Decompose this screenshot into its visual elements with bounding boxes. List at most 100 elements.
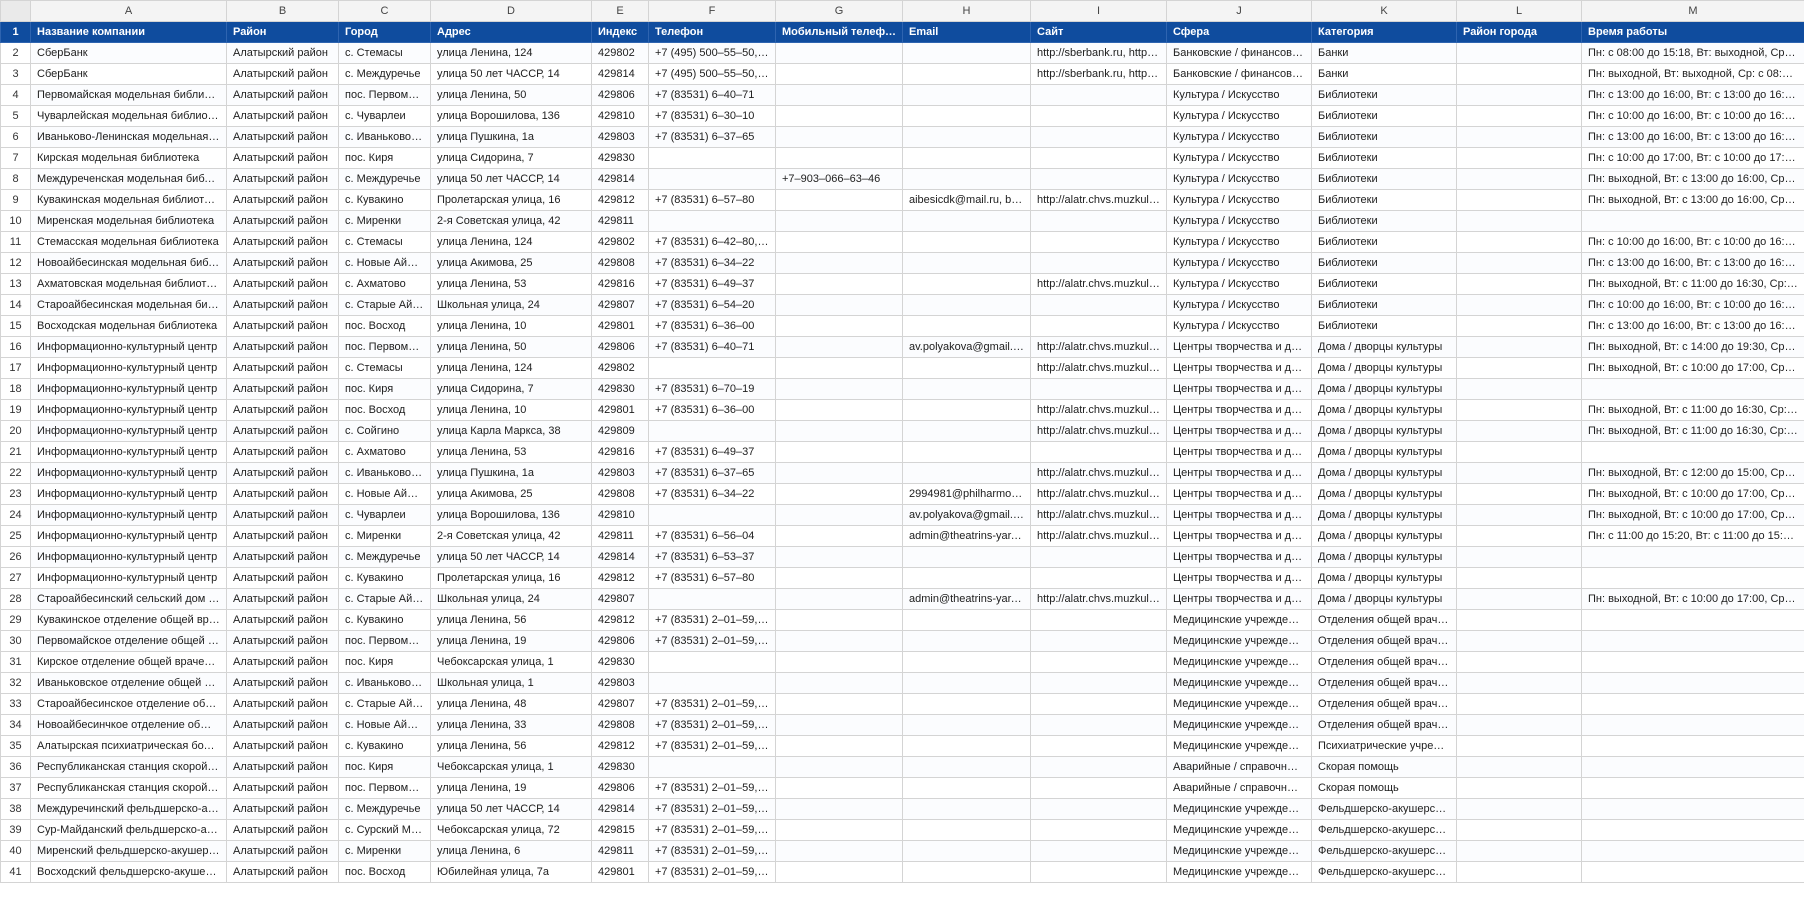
cell-mobile[interactable] bbox=[775, 357, 903, 379]
cell-site[interactable] bbox=[1030, 630, 1167, 652]
cell-sphere[interactable]: Центры творчества и досуга bbox=[1166, 483, 1312, 505]
row-number[interactable]: 6 bbox=[0, 126, 31, 148]
cell-company[interactable]: Алатырская психиатрическая больница bbox=[30, 735, 227, 757]
cell-district[interactable]: Алатырский район bbox=[226, 378, 339, 400]
cell-email[interactable] bbox=[902, 273, 1031, 295]
row-number[interactable]: 20 bbox=[0, 420, 31, 442]
cell-address[interactable]: Чебоксарская улица, 1 bbox=[430, 651, 592, 673]
cell-hours[interactable]: Пн: выходной, Вт: с 10:00 до 17:00, Ср: … bbox=[1581, 504, 1804, 526]
cell-phone[interactable]: +7 (83531) 6–53–37 bbox=[648, 546, 776, 568]
cell-phone[interactable]: +7 (83531) 6–40–71 bbox=[648, 336, 776, 358]
cell-site[interactable]: http://sberbank.ru, http://... bbox=[1030, 42, 1167, 64]
cell-district[interactable]: Алатырский район bbox=[226, 147, 339, 169]
cell-email[interactable] bbox=[902, 294, 1031, 316]
cell-city[interactable]: с. Иваньково-Л... bbox=[338, 126, 431, 148]
column-header-d[interactable]: D bbox=[430, 0, 592, 22]
row-number[interactable]: 26 bbox=[0, 546, 31, 568]
cell-city[interactable]: с. Чуварлеи bbox=[338, 504, 431, 526]
cell-hours[interactable] bbox=[1581, 630, 1804, 652]
cell-district[interactable]: Алатырский район bbox=[226, 651, 339, 673]
cell-city[interactable]: пос. Киря bbox=[338, 756, 431, 778]
cell-mobile[interactable] bbox=[775, 861, 903, 883]
cell-district[interactable]: Алатырский район bbox=[226, 126, 339, 148]
cell-index[interactable]: 429830 bbox=[591, 756, 649, 778]
cell-index[interactable]: 429811 bbox=[591, 840, 649, 862]
cell-city[interactable]: с. Миренки bbox=[338, 840, 431, 862]
cell-site[interactable] bbox=[1030, 693, 1167, 715]
cell-city[interactable]: с. Новые Айбеси bbox=[338, 252, 431, 274]
cell-address[interactable]: улица Пушкина, 1а bbox=[430, 126, 592, 148]
cell-phone[interactable] bbox=[648, 756, 776, 778]
cell-mobile[interactable] bbox=[775, 693, 903, 715]
cell-hours[interactable]: Пн: с 13:00 до 16:00, Вт: с 13:00 до 16:… bbox=[1581, 315, 1804, 337]
cell-district[interactable]: Алатырский район bbox=[226, 441, 339, 463]
cell-company[interactable]: Стемасская модельная библиотека bbox=[30, 231, 227, 253]
cell-category[interactable]: Библиотеки bbox=[1311, 210, 1457, 232]
cell-city-district[interactable] bbox=[1456, 588, 1582, 610]
cell-sphere[interactable]: Аварийные / справочные ... bbox=[1166, 756, 1312, 778]
cell-city-district[interactable] bbox=[1456, 63, 1582, 85]
cell-email[interactable] bbox=[902, 42, 1031, 64]
cell-district[interactable]: Алатырский район bbox=[226, 546, 339, 568]
cell-email[interactable]: av.polyakova@gmail.co... bbox=[902, 504, 1031, 526]
cell-company[interactable]: Миренская модельная библиотека bbox=[30, 210, 227, 232]
cell-category[interactable]: Скорая помощь bbox=[1311, 756, 1457, 778]
cell-category[interactable]: Дома / дворцы культуры bbox=[1311, 567, 1457, 589]
row-number[interactable]: 5 bbox=[0, 105, 31, 127]
cell-site[interactable] bbox=[1030, 294, 1167, 316]
cell-sphere[interactable]: Культура / Искусство bbox=[1166, 189, 1312, 211]
cell-site[interactable] bbox=[1030, 252, 1167, 274]
cell-index[interactable]: 429808 bbox=[591, 252, 649, 274]
cell-site[interactable] bbox=[1030, 210, 1167, 232]
cell-district[interactable]: Алатырский район bbox=[226, 63, 339, 85]
cell-district[interactable]: Алатырский район bbox=[226, 399, 339, 421]
cell-category[interactable]: Библиотеки bbox=[1311, 189, 1457, 211]
cell-category[interactable]: Фельдшерско-акушерские... bbox=[1311, 819, 1457, 841]
cell-address[interactable]: улица Ленина, 53 bbox=[430, 441, 592, 463]
cell-category[interactable]: Отделения общей врачеб... bbox=[1311, 651, 1457, 673]
cell-phone[interactable]: +7 (83531) 6–34–22 bbox=[648, 252, 776, 274]
cell-mobile[interactable] bbox=[775, 840, 903, 862]
cell-email[interactable] bbox=[902, 168, 1031, 190]
cell-district[interactable]: Алатырский район bbox=[226, 756, 339, 778]
cell-sphere[interactable]: Медицинские учреждения bbox=[1166, 861, 1312, 883]
cell-phone[interactable] bbox=[648, 357, 776, 379]
row-number[interactable]: 10 bbox=[0, 210, 31, 232]
cell-sphere[interactable]: Центры творчества и досуга bbox=[1166, 462, 1312, 484]
cell-company[interactable]: Информационно-культурный центр bbox=[30, 420, 227, 442]
cell-city-district[interactable] bbox=[1456, 420, 1582, 442]
cell-index[interactable]: 429808 bbox=[591, 483, 649, 505]
cell-company[interactable]: Информационно-культурный центр bbox=[30, 504, 227, 526]
cell-address[interactable]: улица Акимова, 25 bbox=[430, 252, 592, 274]
cell-hours[interactable]: Пн: выходной, Вт: с 11:00 до 16:30, Ср: … bbox=[1581, 399, 1804, 421]
cell-site[interactable]: http://alatr.chvs.muzkult.r... bbox=[1030, 588, 1167, 610]
cell-hours[interactable]: Пн: с 08:00 до 15:18, Вт: выходной, Ср: … bbox=[1581, 42, 1804, 64]
cell-city-district[interactable] bbox=[1456, 273, 1582, 295]
cell-city-district[interactable] bbox=[1456, 504, 1582, 526]
cell-index[interactable]: 429807 bbox=[591, 588, 649, 610]
cell-city[interactable]: с. Старые Айбеси bbox=[338, 294, 431, 316]
row-number[interactable]: 32 bbox=[0, 672, 31, 694]
cell-city[interactable]: пос. Киря bbox=[338, 651, 431, 673]
cell-phone[interactable]: +7 (83531) 2–01–59, +7... bbox=[648, 630, 776, 652]
cell-email[interactable]: aibesicdk@mail.ru, biblk... bbox=[902, 189, 1031, 211]
cell-hours[interactable] bbox=[1581, 840, 1804, 862]
row-number[interactable]: 35 bbox=[0, 735, 31, 757]
cell-company[interactable]: Староайбесинская модельная библио... bbox=[30, 294, 227, 316]
cell-sphere[interactable]: Культура / Искусство bbox=[1166, 168, 1312, 190]
cell-hours[interactable] bbox=[1581, 210, 1804, 232]
cell-mobile[interactable] bbox=[775, 630, 903, 652]
cell-site[interactable] bbox=[1030, 840, 1167, 862]
cell-city-district[interactable] bbox=[1456, 483, 1582, 505]
cell-hours[interactable]: Пн: с 13:00 до 16:00, Вт: с 13:00 до 16:… bbox=[1581, 84, 1804, 106]
cell-category[interactable]: Библиотеки bbox=[1311, 294, 1457, 316]
cell-index[interactable]: 429816 bbox=[591, 273, 649, 295]
cell-sphere[interactable]: Медицинские учреждения bbox=[1166, 651, 1312, 673]
cell-hours[interactable] bbox=[1581, 378, 1804, 400]
cell-phone[interactable] bbox=[648, 588, 776, 610]
cell-district[interactable]: Алатырский район bbox=[226, 105, 339, 127]
cell-mobile[interactable] bbox=[775, 126, 903, 148]
cell-phone[interactable] bbox=[648, 672, 776, 694]
cell-address[interactable]: Школьная улица, 24 bbox=[430, 294, 592, 316]
cell-city[interactable]: пос. Киря bbox=[338, 378, 431, 400]
